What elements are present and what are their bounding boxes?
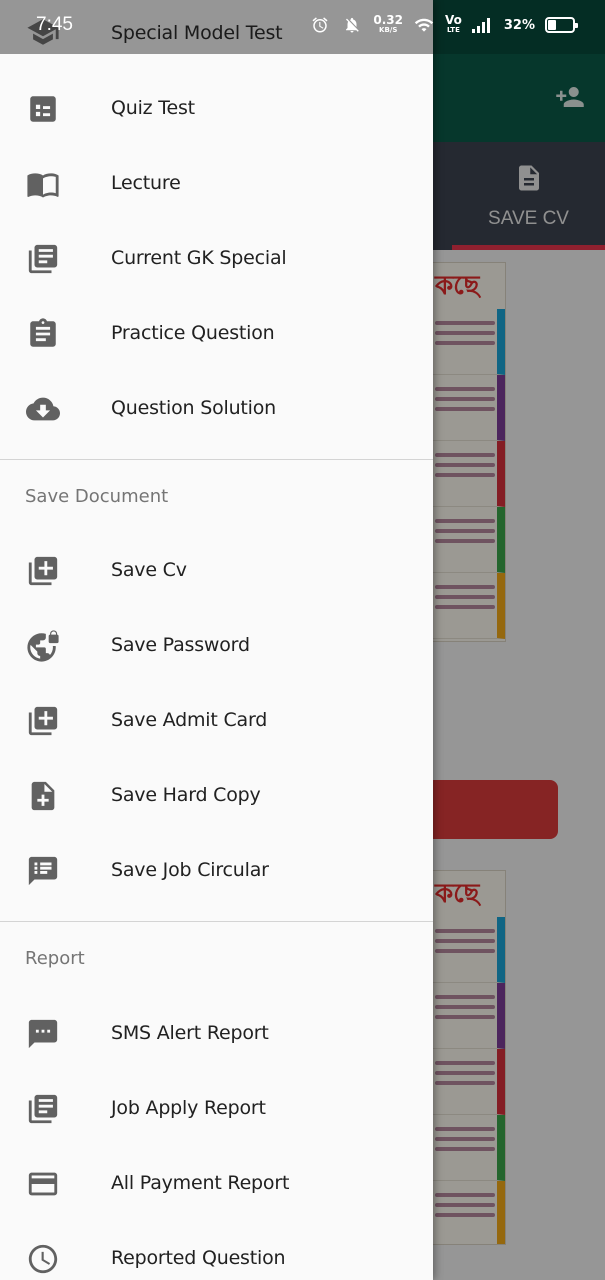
book-open-icon	[25, 166, 61, 202]
drawer-item-job-apply-report[interactable]: Job Apply Report	[0, 1071, 433, 1146]
divider	[0, 921, 433, 922]
note-add-icon	[25, 778, 61, 814]
drawer-item-label: Current GK Special	[111, 247, 287, 269]
dashboard-icon	[25, 91, 61, 127]
drawer-item-save-hard-copy[interactable]: Save Hard Copy	[0, 758, 433, 833]
drawer-item-label: Question Solution	[111, 397, 277, 419]
clock-icon	[25, 1241, 61, 1277]
battery-percent: 32%	[503, 17, 535, 33]
drawer-item-sms-alert-report[interactable]: SMS Alert Report	[0, 996, 433, 1071]
cloud-download-icon	[25, 391, 61, 427]
wifi-icon	[413, 14, 435, 36]
sms-icon	[25, 1016, 61, 1052]
drawer-item-save-admit-card[interactable]: Save Admit Card	[0, 683, 433, 758]
drawer-item-label: SMS Alert Report	[111, 1022, 269, 1044]
drawer-item-label: Save Admit Card	[111, 709, 268, 731]
signal-icon	[471, 14, 494, 36]
drawer-item-question-solution[interactable]: Question Solution	[0, 371, 433, 446]
drawer-item-label: Job Apply Report	[111, 1097, 266, 1119]
section-header-save-document: Save Document	[25, 486, 169, 507]
alarm-icon	[309, 14, 331, 36]
credit-card-icon	[25, 1166, 61, 1202]
status-bar: 7:45 0.32 KB/S Vo LTE 32%	[0, 0, 605, 54]
library-books-icon	[25, 241, 61, 277]
section-header-report: Report	[25, 948, 85, 969]
library-add-icon	[25, 553, 61, 589]
drawer-item-label: Save Password	[111, 634, 250, 656]
drawer-item-all-payment-report[interactable]: All Payment Report	[0, 1146, 433, 1221]
drawer-item-label: Save Job Circular	[111, 859, 269, 881]
drawer-item-label: All Payment Report	[111, 1172, 290, 1194]
bell-off-icon	[341, 14, 363, 36]
network-speed: 0.32 KB/S	[373, 13, 403, 34]
divider	[0, 459, 433, 460]
drawer-item-save-password[interactable]: Save Password	[0, 608, 433, 683]
drawer-item-label: Quiz Test	[111, 97, 195, 119]
vpn-lock-icon	[25, 628, 61, 664]
drawer-item-label: Save Cv	[111, 559, 187, 581]
volte-indicator: Vo LTE	[445, 13, 462, 34]
drawer-item-reported-question[interactable]: Reported Question	[0, 1221, 433, 1280]
drawer-item-save-cv[interactable]: Save Cv	[0, 533, 433, 608]
assignment-icon	[25, 316, 61, 352]
library-books-icon	[25, 1091, 61, 1127]
drawer-item-save-job-circular[interactable]: Save Job Circular	[0, 833, 433, 908]
navigation-drawer: Special Model Test Quiz Test Lecture Cur…	[0, 0, 433, 1280]
drawer-item-current-gk-special[interactable]: Current GK Special	[0, 221, 433, 296]
drawer-item-label: Save Hard Copy	[111, 784, 261, 806]
drawer-item-label: Reported Question	[111, 1247, 286, 1269]
drawer-item-label: Lecture	[111, 172, 181, 194]
drawer-item-label: Practice Question	[111, 322, 275, 344]
drawer-item-practice-question[interactable]: Practice Question	[0, 296, 433, 371]
battery-icon	[545, 17, 578, 33]
drawer-item-quiz-test[interactable]: Quiz Test	[0, 71, 433, 146]
feedback-list-icon	[25, 853, 61, 889]
status-icons: 0.32 KB/S Vo LTE 32%	[309, 13, 578, 36]
status-time: 7:45	[36, 14, 73, 35]
library-add-icon	[25, 703, 61, 739]
drawer-item-lecture[interactable]: Lecture	[0, 146, 433, 221]
